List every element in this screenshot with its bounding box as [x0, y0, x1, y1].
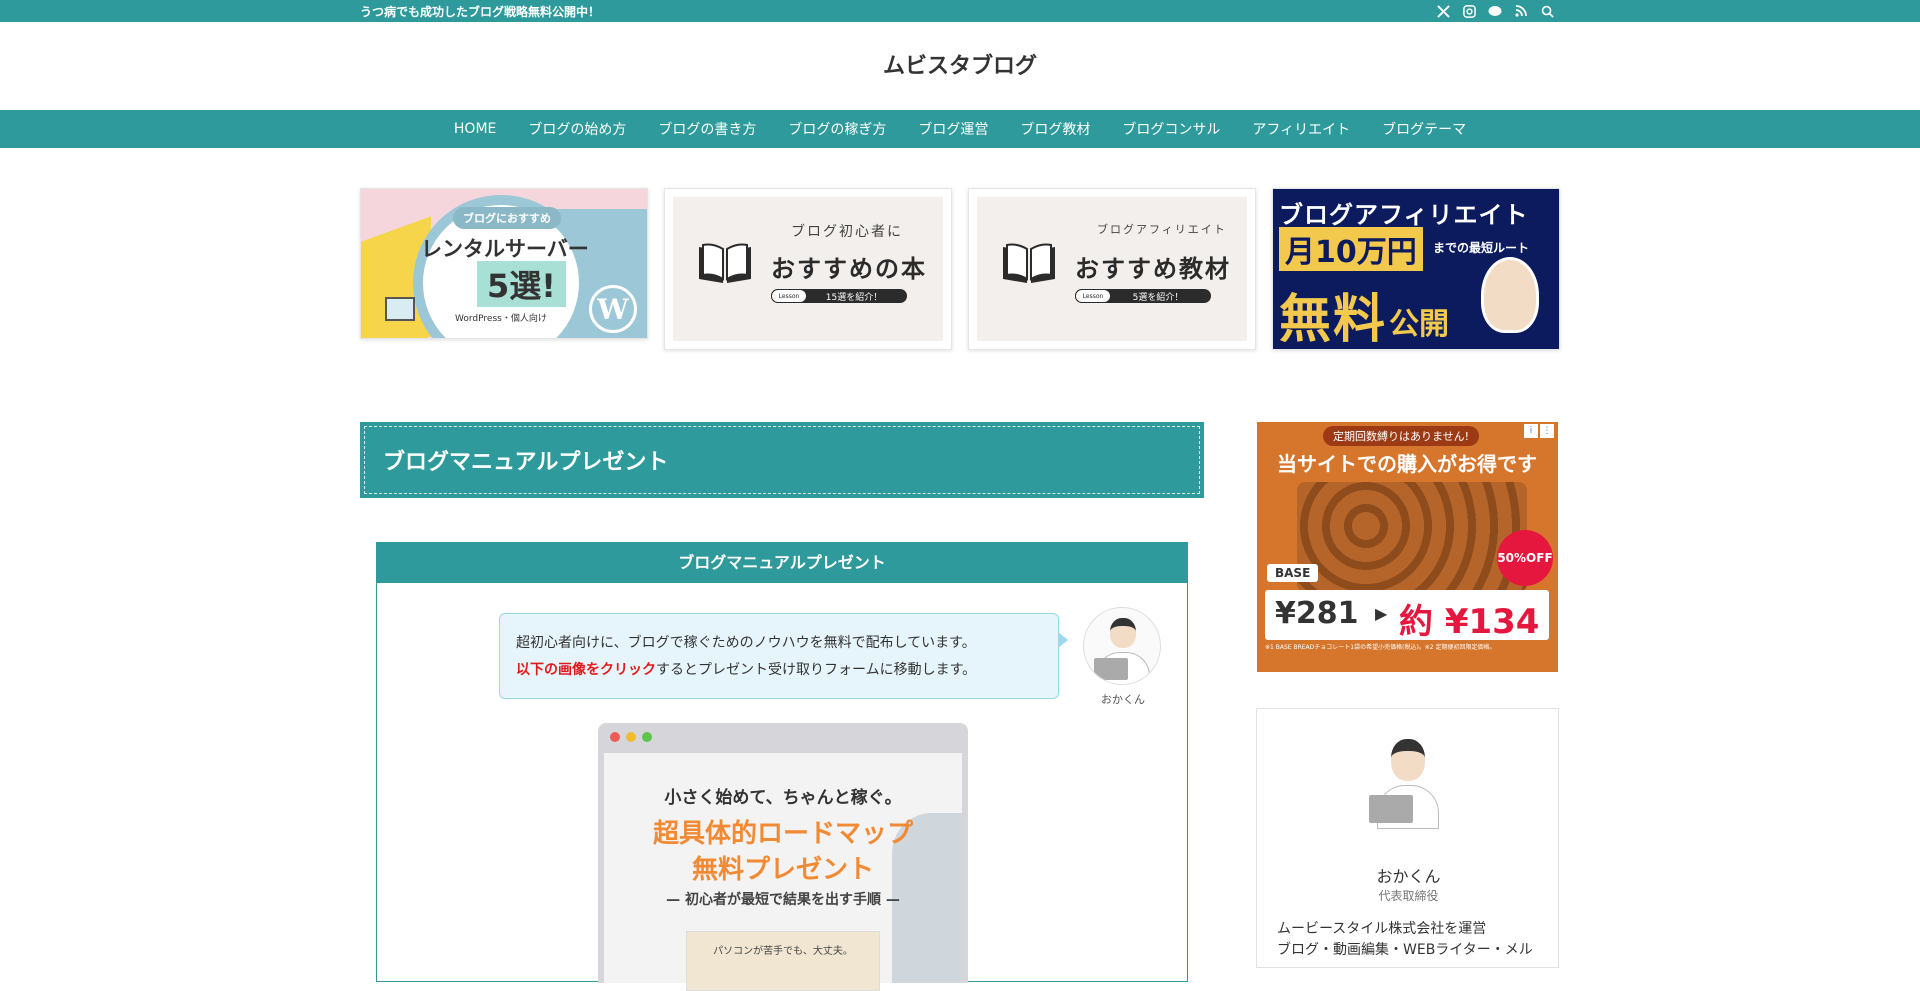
banner-sub: WordPress・個人向け [455, 314, 547, 324]
nav-item-earning[interactable]: ブログの稼ぎ方 [772, 119, 902, 139]
banner-title: レンタルサーバー [421, 237, 589, 261]
ad-fine-print: ※1 BASE BREADチョコレート1袋の希望小売価格(税込)。※2 定期便初… [1265, 644, 1496, 651]
ad-brand: BASE [1267, 564, 1319, 582]
banner-count: 5選! [477, 261, 566, 307]
banner-pill: Lesson 15選を紹介！ [771, 289, 907, 303]
banner-line3-sub: 公開 [1389, 307, 1449, 342]
ad-old-price: ¥281 [1275, 596, 1359, 631]
profile-card: おかくん 代表取締役 ムービースタイル株式会社を運営 ブログ・動画編集・WEBラ… [1256, 708, 1559, 968]
banner-recommended-materials[interactable]: ブログアフィリエイト おすすめ教材 Lesson 5選を紹介！ [968, 188, 1256, 350]
present-line2: 超具体的ロードマップ [652, 819, 913, 849]
x-icon[interactable] [1434, 2, 1452, 20]
computer-icon [385, 297, 415, 321]
banner-pill: Lesson 5選を紹介！ [1075, 289, 1211, 303]
profile-description: ムービースタイル株式会社を運営 ブログ・動画編集・WEBライター・メル [1277, 921, 1533, 958]
window-dots [610, 732, 652, 742]
avatar-name: おかくん [1101, 693, 1145, 706]
banner-small-text: ブログアフィリエイト [1097, 223, 1227, 236]
box-heading: ブログマニュアルプレゼント [377, 543, 1187, 583]
laptop-icon [1369, 795, 1413, 823]
book-icon [1003, 243, 1055, 283]
banner-pill: ブログにおすすめ [453, 207, 561, 229]
profile-role: 代表取締役 [1378, 889, 1439, 903]
laptop-icon [1094, 658, 1128, 680]
banner-big-text: おすすめ教材 [1075, 255, 1231, 283]
banner-affiliate-free[interactable]: ブログアフィリエイト 月10万円 までの最短ルート 無料 公開 [1272, 188, 1560, 350]
ad-price-box: ¥281 ▶ 約 ¥134 [1265, 590, 1549, 642]
author-avatar-icon [1481, 257, 1539, 333]
rss-icon[interactable] [1512, 2, 1530, 20]
top-bar: うつ病でも成功したブログ戦略無料公開中！ [0, 0, 1920, 22]
section-heading: ブログマニュアルプレゼント [360, 422, 1204, 498]
banner-line1: ブログアフィリエイト [1279, 201, 1529, 229]
nav-item-affiliate[interactable]: アフィリエイト [1236, 119, 1366, 139]
main-nav: HOME ブログの始め方 ブログの書き方 ブログの稼ぎ方 ブログ運営 ブログ教材… [0, 110, 1920, 148]
social-icons [1434, 2, 1556, 20]
nav-item-materials[interactable]: ブログ教材 [1004, 119, 1106, 139]
bubble-line2: 以下の画像をクリックするとプレゼント受け取りフォームに移動します。 [516, 662, 977, 678]
book-icon [699, 243, 751, 283]
present-card: パソコンが苦手でも、大丈夫。 [686, 931, 880, 991]
ad-sale-badge: 50%OFF [1497, 530, 1553, 586]
present-image[interactable]: 小さく始めて、ちゃんと稼ぐ。 超具体的ロードマップ 無料プレゼント — 初心者が… [598, 723, 968, 991]
section-title: ブログマニュアルプレゼント [383, 450, 669, 475]
site-title[interactable]: ムビスタブログ [0, 48, 1920, 80]
ad-headline: 当サイトでの購入がお得です [1277, 452, 1537, 476]
present-line4: — 初心者が最短で結果を出す手順 — [666, 892, 900, 908]
ad-info-icon[interactable]: i [1524, 424, 1538, 438]
bubble-highlight: 以下の画像をクリック [516, 662, 656, 678]
nav-item-consulting[interactable]: ブログコンサル [1106, 119, 1236, 139]
line-icon[interactable] [1486, 2, 1504, 20]
nav-item-start[interactable]: ブログの始め方 [512, 119, 642, 139]
bubble-line1: 超初心者向けに、ブログで稼ぐためのノウハウを無料で配布しています。 [516, 635, 976, 651]
search-icon[interactable] [1538, 2, 1556, 20]
nav-item-writing[interactable]: ブログの書き方 [642, 119, 772, 139]
speech-bubble: 超初心者向けに、ブログで稼ぐためのノウハウを無料で配布しています。 以下の画像を… [499, 613, 1068, 699]
present-line1: 小さく始めて、ちゃんと稼ぐ。 [664, 788, 902, 808]
ad-new-price: 約 ¥134 [1399, 602, 1540, 642]
close-dot-icon [610, 732, 620, 742]
banner-big-text: おすすめの本 [771, 255, 927, 283]
ad-menu-icon[interactable]: ⋮ [1540, 424, 1554, 438]
nav-item-home[interactable]: HOME [438, 121, 512, 137]
instagram-icon[interactable] [1460, 2, 1478, 20]
minimize-dot-icon [626, 732, 636, 742]
profile-name: おかくん [1376, 867, 1441, 886]
nav-item-management[interactable]: ブログ運営 [902, 119, 1004, 139]
maximize-dot-icon [642, 732, 652, 742]
manual-present-box: ブログマニュアルプレゼント 超初心者向けに、ブログで稼ぐためのノウハウを無料で配… [376, 542, 1188, 991]
banner-recommended-books[interactable]: ブログ初心者に おすすめの本 Lesson 15選を紹介！ [664, 188, 952, 350]
banner-line3: 無料 [1279, 290, 1388, 350]
arrow-right-icon: ▶ [1375, 604, 1388, 623]
top-tagline[interactable]: うつ病でも成功したブログ戦略無料公開中！ [360, 3, 600, 20]
avatar [1083, 607, 1161, 685]
banner-line2: 月10万円 [1279, 227, 1423, 271]
banner-rental-server[interactable]: ブログにおすすめ レンタルサーバー 5選! WordPress・個人向け W [360, 188, 648, 339]
present-line3: 無料プレゼント [691, 855, 874, 885]
bread-image [1297, 482, 1527, 592]
profile-avatar [1363, 733, 1453, 829]
sidebar-ad[interactable]: i ⋮ 定期回数縛りはありません! 当サイトでの購入がお得です 50%OFF B… [1257, 422, 1558, 672]
banner-small-text: ブログ初心者に [791, 224, 903, 240]
banner-line2-sub: までの最短ルート [1433, 241, 1530, 255]
ad-badge: 定期回数縛りはありません! [1323, 426, 1480, 446]
speaker: おかくん [1083, 607, 1163, 707]
nav-item-theme[interactable]: ブログテーマ [1366, 119, 1482, 139]
wordpress-logo-icon: W [589, 285, 637, 333]
